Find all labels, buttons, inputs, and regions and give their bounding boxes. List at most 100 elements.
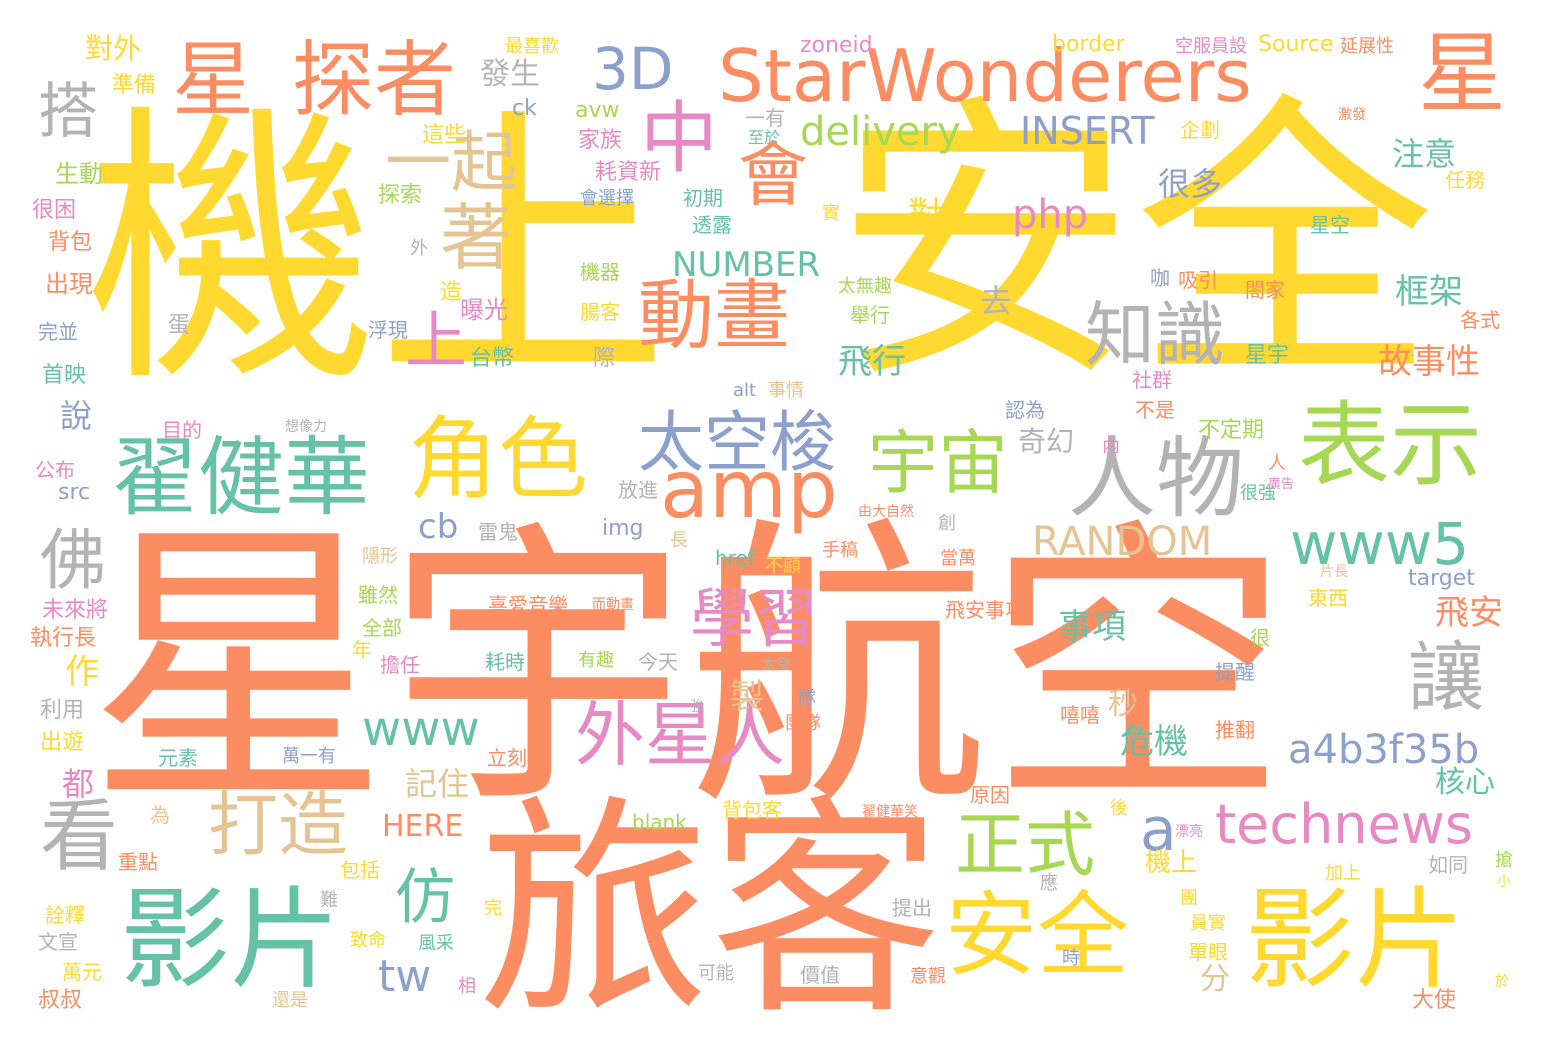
word-dan: 蛋 [168, 313, 191, 338]
word-shushu: 叔叔 [38, 988, 83, 1013]
word-jishang-small: 機上 [1145, 848, 1198, 878]
word-keneng: 可能 [698, 963, 734, 984]
word-hou: 後 [1110, 798, 1128, 819]
word-fen: 分 [1200, 962, 1230, 997]
word-xing-top-left: 星 [172, 33, 255, 128]
word-shizhen: 員實 [1190, 913, 1226, 934]
word-wei: 為 [150, 803, 170, 827]
word-lvke: 旅客 [478, 776, 943, 1046]
word-chuyou: 出遊 [40, 730, 85, 755]
word-beibaoke: 背包客 [722, 798, 782, 822]
word-duiwai: 對外 [85, 32, 142, 65]
word-fangjin: 放進 [618, 478, 658, 502]
word-hen: 很 [1250, 626, 1270, 650]
word-nian: 年 [352, 638, 372, 662]
word-jiaose: 角色 [408, 407, 588, 512]
word-xiaiyinle: 喜愛音樂 [488, 593, 568, 617]
word-nan: 難 [320, 890, 338, 911]
word-tuan: 團 [1180, 888, 1198, 909]
word-beibao: 背包 [48, 230, 93, 255]
word-zhiming: 致命 [350, 930, 386, 951]
word-weiji: 危機 [1120, 722, 1188, 762]
word-weilaijiang: 未來將 [42, 598, 109, 623]
word-zhiyu: 至於 [748, 128, 781, 147]
word-xixi: 嘻嘻 [1060, 703, 1100, 727]
word-target: target [1408, 566, 1475, 591]
word-tichu: 提出 [892, 896, 932, 920]
word-liji: 立刻 [487, 746, 527, 770]
word-tuandui: 團隊 [785, 713, 821, 734]
word-qihua: 企劃 [1180, 118, 1220, 142]
word-di-jianhua: 翟健華 [112, 428, 370, 528]
word-shougao: 手稿 [822, 540, 858, 561]
word-taiwuqu: 太無趣 [838, 276, 892, 297]
word-xingkong: 星空 [1310, 213, 1350, 237]
word-insert: INSERT [1020, 109, 1155, 153]
word-mudi: 目的 [162, 418, 202, 442]
word-kuangjia: 框架 [1395, 272, 1463, 312]
word-wanyiyou: 萬一有 [282, 746, 336, 767]
word-dijianhuaxiao: 翟健華笑 [862, 804, 918, 820]
word-chuqi: 初期 [683, 186, 723, 210]
word-zhi: 製 [730, 677, 764, 717]
word-tw: tw [378, 951, 432, 1002]
word-da: 搭 [38, 77, 98, 147]
word-taikongsuo: 太空梭 [638, 404, 836, 481]
word-yanzhan: 延展性 [1340, 36, 1394, 57]
word-zuihuanle: 最喜歡 [505, 36, 559, 57]
word-fang: 仿 [395, 863, 455, 933]
word-quanshi: 詮釋 [45, 903, 85, 927]
word-bushi: 不是 [1135, 398, 1175, 422]
word-jiashang: 加上 [1325, 863, 1361, 884]
word-haoshi: 耗時 [485, 650, 525, 674]
word-changke: 腸客 [580, 300, 620, 324]
word-geshi: 各式 [1460, 308, 1500, 332]
word-cloud: 機上 安全 星宇航空 旅客 StarWonderers 星 星 探者 3D 中 … [0, 0, 1548, 1052]
word-shengdong: 生動 [55, 160, 103, 188]
word-zoneid: zoneid [800, 33, 873, 58]
word-chang: 長 [670, 530, 688, 551]
word-wai: 外 [410, 238, 428, 259]
word-guangkao: 廣告 [1268, 477, 1295, 492]
word-jidong: 激發 [1338, 107, 1366, 123]
word-feixing: 飛行 [838, 342, 906, 382]
word-renwei: 認為 [1005, 398, 1045, 422]
word-fo: 佛 [40, 522, 106, 599]
word-henkun: 很困 [32, 198, 77, 223]
word-zhunbei: 準備 [112, 73, 157, 98]
word-dui2: 隊 [798, 688, 816, 709]
word-baokuo: 包括 [340, 858, 380, 882]
word-youqu: 有趣 [578, 650, 614, 671]
word-shi2: 時 [1062, 948, 1080, 969]
word-zhuyi: 注意 [1392, 135, 1457, 173]
word-yiyou: 一有 [745, 106, 785, 130]
word-shuo: 說 [60, 397, 93, 435]
word-jiazhi: 價值 [800, 963, 840, 987]
word-dou: 都 [62, 765, 95, 803]
word-quanbu: 全部 [362, 616, 402, 640]
word-hejia: 閤家 [1245, 278, 1285, 302]
word-wanyuan: 萬元 [62, 960, 102, 984]
word-tixing: 提醒 [1215, 660, 1255, 684]
word-huixuanze: 會選擇 [580, 188, 634, 209]
word-shixiang: 事項 [1058, 607, 1126, 647]
word-henduo: 很多 [1158, 165, 1223, 203]
word-wan: 完 [484, 898, 502, 919]
word-yuzhou: 宇宙 [868, 422, 1008, 504]
word-qu: 去 [980, 282, 1013, 320]
word-random: RANDOM [1032, 519, 1213, 565]
word-wenxuan: 文宣 [38, 930, 78, 954]
word-jiazu: 家族 [578, 128, 623, 153]
word-xiangxiangli: 想像力 [285, 419, 327, 435]
word-renwu2: 任務 [1445, 168, 1485, 192]
word-zao: 造 [440, 280, 463, 305]
word-liyong: 利用 [40, 698, 85, 723]
word-feian: 飛安 [1435, 593, 1503, 633]
word-href: href [715, 546, 755, 570]
word-zhe: 著 [440, 196, 513, 280]
word-cb: cb [418, 507, 459, 547]
word-ji: 際 [593, 346, 616, 371]
word-php: php [1012, 192, 1089, 238]
word-source: Source [1258, 32, 1334, 57]
word-img: img [602, 516, 644, 541]
